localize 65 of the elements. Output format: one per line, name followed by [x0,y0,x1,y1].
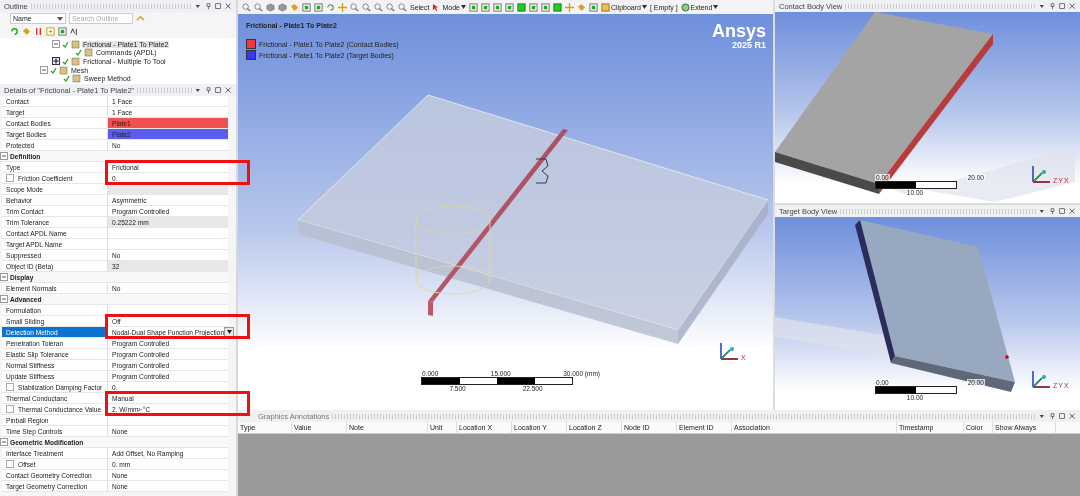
logo-text: Ansys [711,22,766,40]
pin-icon[interactable] [1049,2,1056,10]
close-icon[interactable] [1069,207,1076,215]
refresh-icon[interactable] [10,27,19,36]
zoom-icon[interactable] [398,2,407,12]
caret-icon [461,5,466,9]
select-face-icon[interactable] [589,2,598,12]
select-face-icon[interactable] [505,2,514,12]
checkbox[interactable] [6,383,14,391]
maximize-icon[interactable] [215,86,222,94]
caret-icon [226,330,232,334]
checkbox[interactable] [6,174,14,182]
maximize-icon[interactable] [1059,2,1066,10]
pan-icon[interactable] [338,2,347,12]
plus-box-icon[interactable] [46,27,55,36]
maximize-icon[interactable] [1059,207,1066,215]
tag-icon[interactable] [22,27,31,36]
version-label: 2025 R1 [731,40,766,50]
maximize-icon[interactable] [215,2,222,10]
close-icon[interactable] [225,86,232,94]
arrows-icon[interactable] [34,27,43,36]
select-face-icon[interactable] [314,2,323,12]
pin-icon[interactable] [205,2,212,10]
pan-icon[interactable] [565,2,574,12]
maximize-icon[interactable] [1059,412,1066,420]
close-icon[interactable] [1069,412,1076,420]
close-icon[interactable] [225,2,232,10]
select-face-icon[interactable] [302,2,311,12]
checkbox[interactable] [6,460,14,468]
tag-icon[interactable] [577,2,586,12]
zoom-icon[interactable] [374,2,383,12]
clipboard-icon [601,2,610,12]
select-face-icon[interactable] [481,2,490,12]
caret-icon[interactable] [1039,207,1046,215]
caret-icon[interactable] [195,86,202,94]
square-icon[interactable] [553,2,562,12]
extend-icon [680,2,690,12]
zoom-icon[interactable] [350,2,359,12]
expander-icon[interactable] [52,57,60,66]
zoom-icon[interactable] [386,2,395,12]
pin-icon[interactable] [205,86,212,94]
pin-icon[interactable] [1049,412,1056,420]
square-icon[interactable] [517,2,526,12]
select-face-icon[interactable] [493,2,502,12]
caret-up-icon[interactable] [136,14,145,23]
sort-icon[interactable] [70,27,79,36]
select-face-icon[interactable] [529,2,538,12]
pin-icon[interactable] [1049,207,1056,215]
caret-icon[interactable] [1039,2,1046,10]
caret-icon [641,5,647,9]
caret-icon [713,5,719,9]
caret-icon[interactable] [195,2,202,10]
select-face-icon[interactable] [58,27,67,36]
caret-icon [57,15,63,22]
zoom-icon[interactable] [254,2,263,12]
caret-icon[interactable] [1039,412,1046,420]
select-face-icon[interactable] [469,2,478,12]
close-icon[interactable] [1069,2,1076,10]
rotate-icon[interactable] [326,2,335,12]
zoom-icon[interactable] [242,2,251,12]
zoom-icon[interactable] [362,2,371,12]
tag-icon[interactable] [290,2,299,12]
checkbox[interactable] [6,405,14,413]
select-face-icon[interactable] [541,2,550,12]
dropdown-button[interactable] [224,327,235,337]
